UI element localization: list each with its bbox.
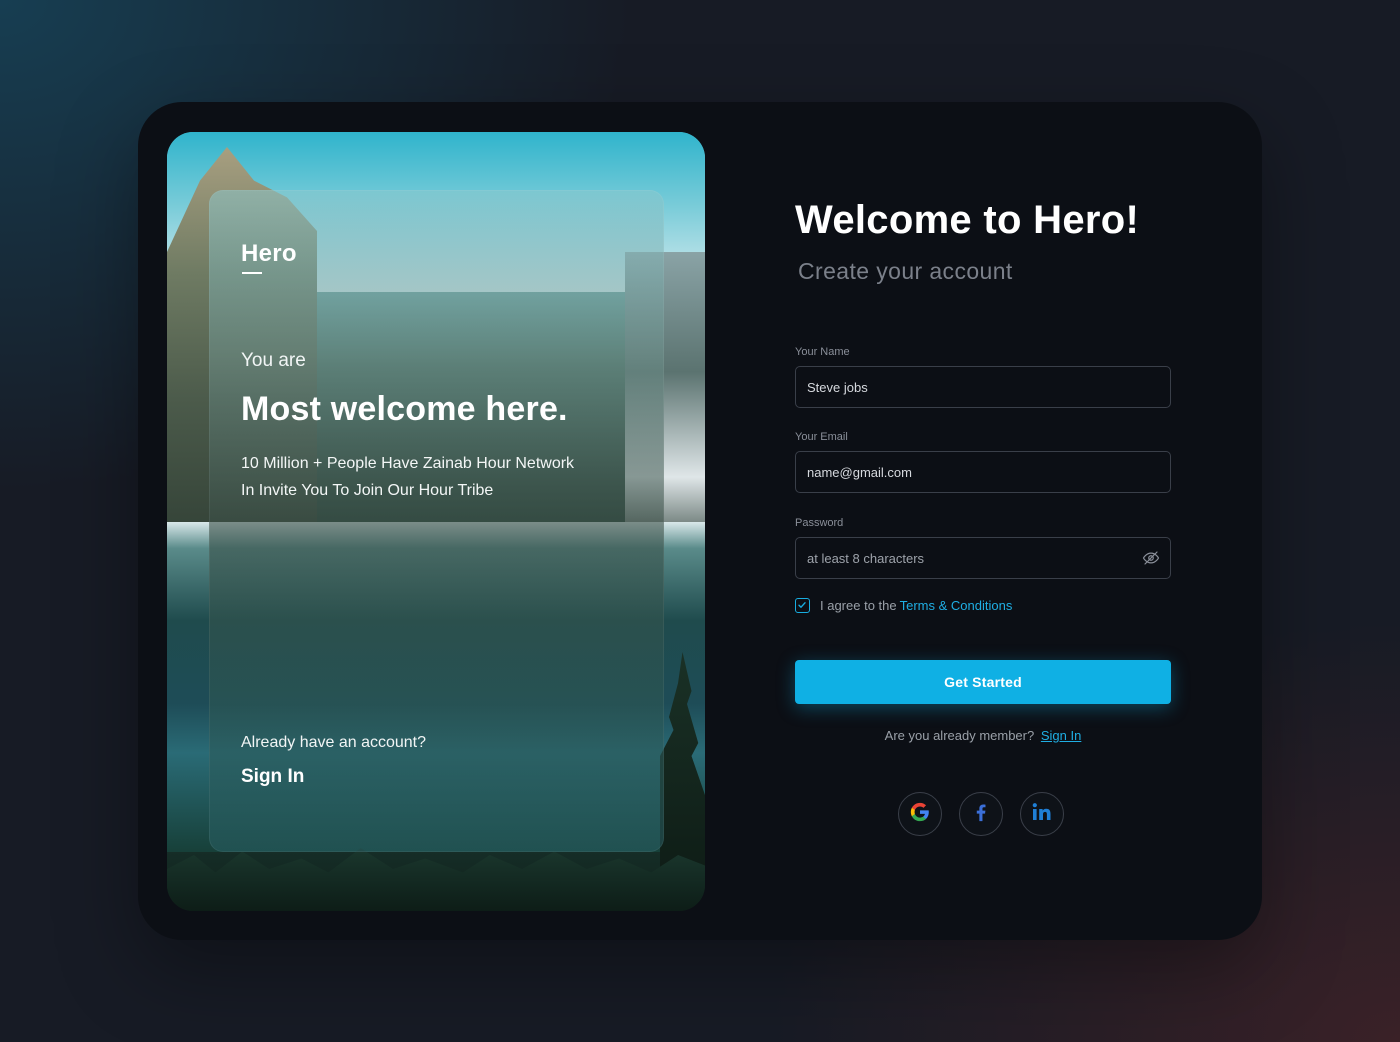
terms-link[interactable]: Terms & Conditions bbox=[900, 598, 1013, 613]
already-account-text: Already have an account? bbox=[241, 734, 427, 751]
linkedin-icon bbox=[1030, 800, 1054, 829]
signup-card: Hero You are Most welcome here. 10 Milli… bbox=[138, 102, 1262, 940]
intro-text: You are bbox=[241, 350, 306, 371]
form-subtitle: Create your account bbox=[798, 258, 1013, 284]
password-input[interactable] bbox=[796, 538, 1137, 578]
brand-logo: Hero bbox=[241, 240, 297, 267]
sign-in-link[interactable]: Sign In bbox=[1041, 728, 1081, 743]
name-field-box bbox=[795, 366, 1171, 408]
sign-in-link-panel[interactable]: Sign In bbox=[241, 766, 304, 788]
description-line: In Invite You To Join Our Hour Tribe bbox=[241, 482, 494, 499]
eye-off-icon[interactable] bbox=[1142, 549, 1160, 567]
terms-agreement: I agree to the Terms & Conditions bbox=[795, 596, 1012, 614]
facebook-button[interactable] bbox=[959, 792, 1003, 836]
name-label: Your Name bbox=[795, 346, 850, 358]
password-field-box bbox=[795, 537, 1171, 579]
description: 10 Million + People Have Zainab Hour Net… bbox=[241, 450, 641, 504]
linkedin-button[interactable] bbox=[1020, 792, 1064, 836]
description-line: 10 Million + People Have Zainab Hour Net… bbox=[241, 455, 575, 472]
welcome-headline: Most welcome here. bbox=[241, 390, 568, 428]
terms-checkbox[interactable] bbox=[795, 597, 810, 613]
brand-underline bbox=[242, 272, 262, 274]
email-label: Your Email bbox=[795, 431, 848, 443]
member-text: Are you already member? bbox=[884, 728, 1035, 743]
member-prompt: Are you already member? Sign In bbox=[795, 728, 1171, 743]
agree-text: I agree to the bbox=[820, 597, 897, 613]
landscape-photo: Hero You are Most welcome here. 10 Milli… bbox=[167, 132, 705, 911]
google-button[interactable] bbox=[898, 792, 942, 836]
get-started-button[interactable]: Get Started bbox=[795, 660, 1171, 704]
facebook-icon bbox=[970, 801, 992, 828]
social-login bbox=[898, 792, 1064, 836]
glass-overlay-panel: Hero You are Most welcome here. 10 Milli… bbox=[209, 190, 664, 852]
name-input[interactable] bbox=[796, 367, 1137, 407]
password-label: Password bbox=[795, 517, 844, 529]
email-field-box bbox=[795, 451, 1171, 493]
form-title: Welcome to Hero! bbox=[795, 198, 1140, 242]
google-icon bbox=[909, 801, 931, 828]
email-input[interactable] bbox=[796, 452, 1137, 492]
